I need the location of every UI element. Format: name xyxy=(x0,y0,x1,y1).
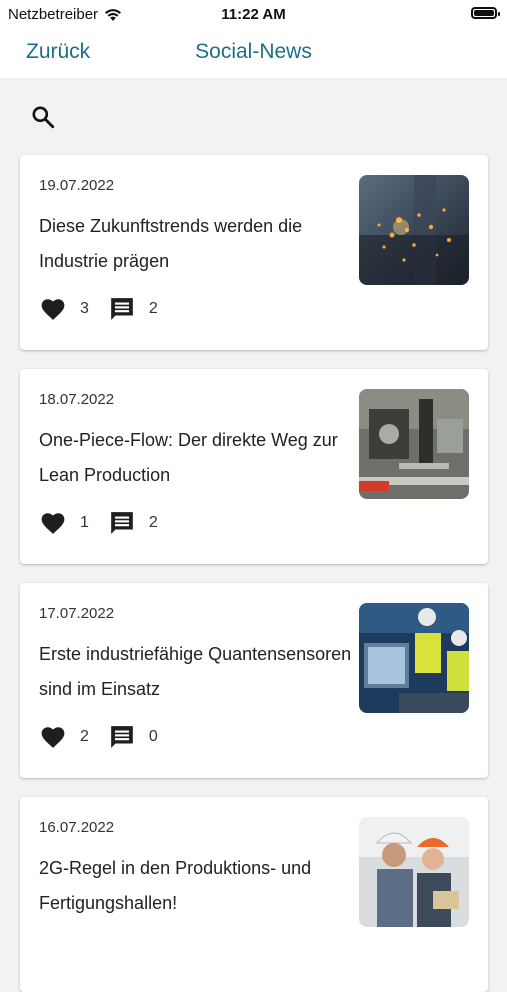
card-actions: 3 2 xyxy=(40,296,178,322)
news-card[interactable]: 18.07.2022 One-Piece-Flow: Der direkte W… xyxy=(20,369,488,564)
comment-icon xyxy=(111,512,133,534)
machinery-image xyxy=(359,389,469,499)
news-title: One-Piece-Flow: Der direkte Weg zur Lean… xyxy=(39,430,338,485)
like-button[interactable]: 2 xyxy=(40,725,109,749)
heart-icon xyxy=(41,513,65,534)
comment-count: 0 xyxy=(148,728,158,745)
clock: 11:22 AM xyxy=(221,6,286,23)
comment-button[interactable]: 0 xyxy=(109,724,178,750)
news-card[interactable]: 17.07.2022 Erste industriefähige Quanten… xyxy=(20,583,488,778)
like-count: 2 xyxy=(80,728,89,745)
news-date: 19.07.2022 xyxy=(39,177,115,194)
welding-sparks-image xyxy=(359,175,469,285)
like-count: 3 xyxy=(80,300,89,317)
comment-count: 2 xyxy=(148,514,158,531)
navigation-bar: Zurück Social-News xyxy=(0,28,507,78)
news-card[interactable]: 16.07.2022 2G-Regel in den Produktions- … xyxy=(20,797,488,992)
like-button[interactable]: 1 xyxy=(40,511,109,535)
card-actions: 1 2 xyxy=(40,510,178,536)
engineers-workstation-image xyxy=(359,603,469,713)
like-button[interactable]: 3 xyxy=(40,297,109,321)
comment-count: 2 xyxy=(148,300,158,317)
news-card[interactable]: 19.07.2022 Diese Zukunftstrends werden d… xyxy=(20,155,488,350)
comment-button[interactable]: 2 xyxy=(109,296,178,322)
card-actions: 2 0 xyxy=(40,724,178,750)
news-date: 18.07.2022 xyxy=(39,391,115,408)
news-title: Diese Zukunftstrends werden die Industri… xyxy=(39,216,303,271)
page-title: Social-News xyxy=(195,40,312,63)
news-title: Erste industriefähige Quantensensoren si… xyxy=(39,644,352,699)
comment-icon xyxy=(111,298,133,320)
heart-icon xyxy=(41,727,65,748)
comment-button[interactable]: 2 xyxy=(109,510,178,536)
status-bar: Netzbetreiber 11:22 AM xyxy=(0,0,507,28)
workers-hardhats-image xyxy=(359,817,469,927)
search-bar xyxy=(0,78,507,150)
comment-icon xyxy=(111,726,133,748)
news-date: 17.07.2022 xyxy=(39,605,115,622)
heart-icon xyxy=(41,299,65,320)
news-date: 16.07.2022 xyxy=(39,819,115,836)
search-icon[interactable] xyxy=(30,104,56,130)
news-title: 2G-Regel in den Produktions- und Fertigu… xyxy=(39,858,312,913)
like-count: 1 xyxy=(80,514,89,531)
battery-icon xyxy=(471,7,500,19)
